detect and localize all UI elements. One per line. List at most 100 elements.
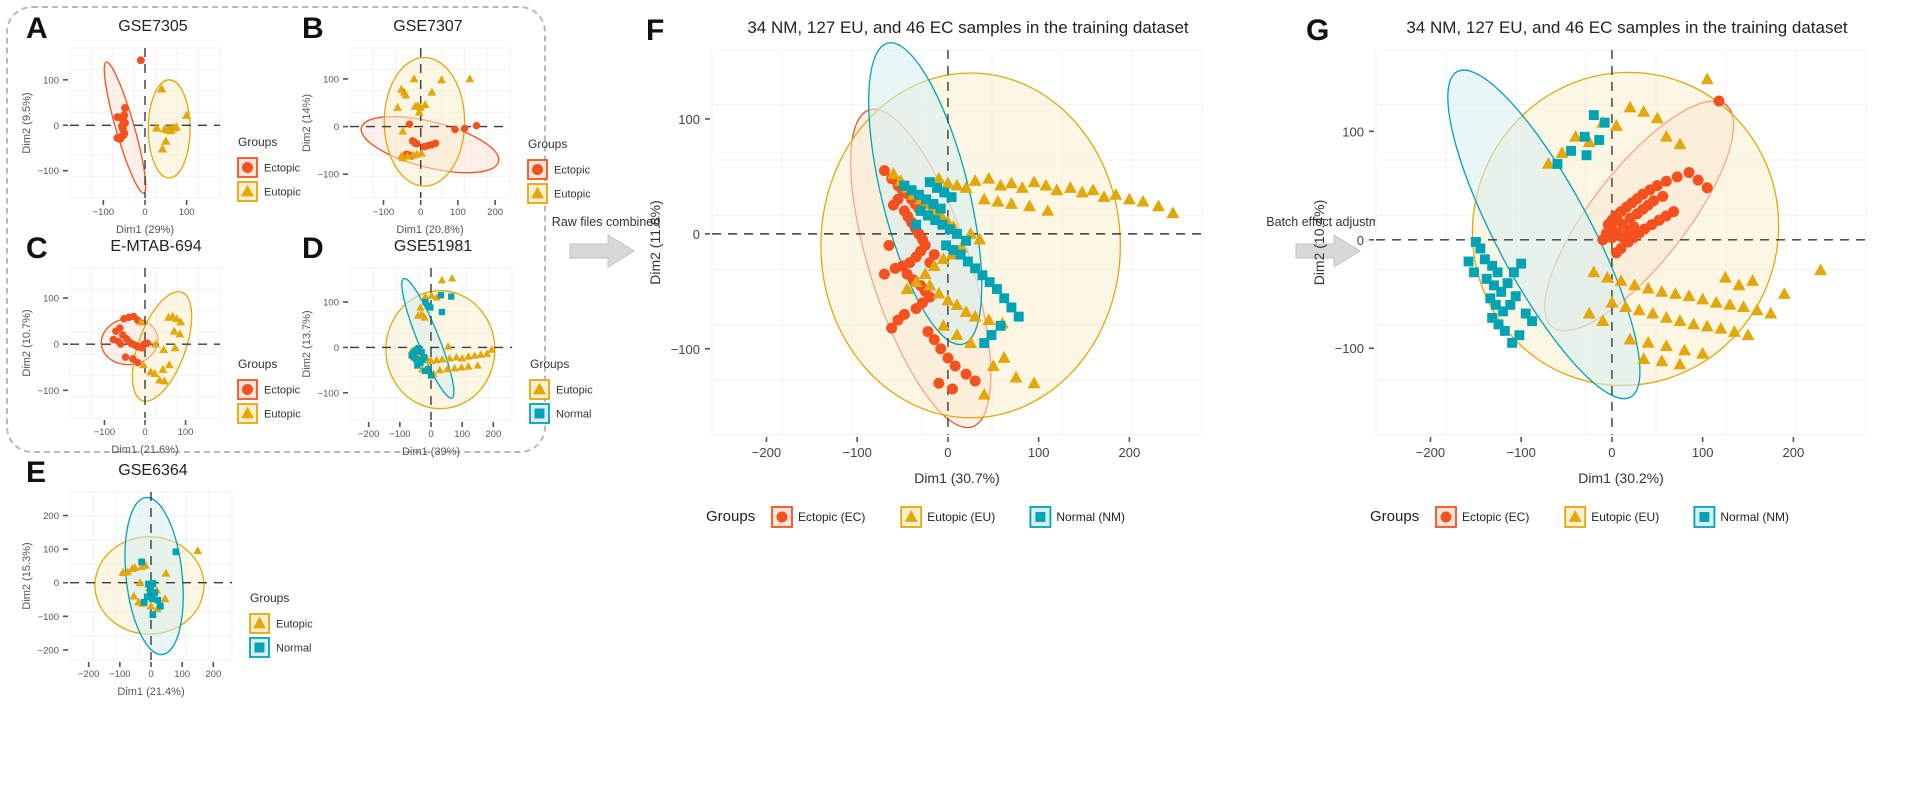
- legend-title: Groups: [706, 508, 755, 525]
- point-normalnm: [1588, 110, 1599, 121]
- y-axis-label: Dim2 (15.3%): [21, 542, 33, 609]
- panel-G-title: 34 NM, 127 EU, and 46 EC samples in the …: [1406, 18, 1848, 37]
- point-normal: [172, 548, 180, 556]
- point-normal: [421, 367, 428, 375]
- point-ectopicec: [946, 383, 958, 395]
- y-tick-label: 0: [54, 340, 59, 351]
- x-axis-label: Dim1 (21.4%): [117, 686, 184, 698]
- y-tick-label: 0: [1357, 233, 1364, 248]
- panel-D-title: GSE51981: [393, 238, 473, 255]
- legend-item-label[interactable]: Normal: [556, 409, 591, 421]
- y-tick-label: −100: [671, 342, 700, 357]
- x-tick-label: 200: [1119, 445, 1141, 460]
- y-tick-label: −100: [38, 612, 59, 623]
- legend-item-label[interactable]: Eutopic (EU): [927, 510, 995, 524]
- point-normalnm: [1502, 278, 1513, 289]
- legend-marker: [1699, 512, 1710, 522]
- legend-item-label[interactable]: Normal (NM): [1720, 510, 1789, 524]
- legend-item-label[interactable]: Eutopic (EU): [1591, 510, 1659, 524]
- y-tick-label: −100: [1335, 341, 1364, 356]
- point-normalnm: [1505, 299, 1516, 310]
- y-axis-label: Dim2 (10.7%): [21, 309, 33, 376]
- x-tick-label: −200: [358, 429, 379, 440]
- point-ectopic: [451, 125, 459, 134]
- point-normalnm: [1510, 291, 1521, 302]
- plot-area-A: −100 0 100−1000100Dim1 (29%)Dim2 (9.5%) Gro…: [21, 47, 301, 236]
- point-ectopicec: [1701, 182, 1713, 194]
- legend-title: Groups: [238, 135, 277, 149]
- point-normal: [414, 362, 421, 369]
- legend-item-label[interactable]: Ectopic: [554, 165, 591, 177]
- point-normalnm: [1470, 237, 1481, 247]
- point-ectopicec: [928, 249, 940, 261]
- point-normal: [138, 558, 146, 566]
- point-ectopicec: [887, 199, 899, 211]
- panel-A: A GSE7305 −100 0 100 −100 0 100 Dim1 (29%) Dim2…: [8, 8, 301, 237]
- x-tick-label: −200: [78, 669, 99, 680]
- y-tick-label: 200: [43, 511, 59, 522]
- point-normalnm: [1581, 150, 1592, 161]
- legend-marker-ectopic: [242, 384, 253, 395]
- point-normal: [448, 293, 455, 300]
- point-ectopic: [121, 104, 129, 112]
- plot-area-G: −200 −100 0 100 200 −100 0 100 Dim1 (30.2%) Dim2 …: [1311, 49, 1867, 528]
- point-ectopic: [133, 358, 142, 367]
- x-tick-label: 100: [174, 669, 190, 680]
- point-ectopic: [120, 111, 129, 120]
- legend-item-label[interactable]: Eutopic: [554, 189, 591, 201]
- legend-marker: [776, 511, 788, 523]
- y-tick-label: 0: [334, 122, 339, 133]
- legend-title: Groups: [238, 357, 277, 371]
- legend-item-label[interactable]: Ectopic (EC): [1462, 510, 1529, 524]
- y-tick-label: 0: [54, 578, 59, 589]
- point-normalnm: [1496, 286, 1507, 297]
- x-tick-label: 0: [418, 207, 423, 218]
- panel-E: E GSE6364 −200 −100 0 100 200 −200 −100 0 100 200…: [8, 452, 313, 702]
- point-normal: [156, 602, 164, 610]
- y-tick-label: −200: [38, 645, 59, 656]
- legend-item-label[interactable]: Eutopic: [276, 619, 313, 631]
- legend-item-label[interactable]: Ectopic (EC): [798, 510, 865, 524]
- legend-item-label[interactable]: Normal: [276, 643, 311, 655]
- x-tick-label: 0: [142, 427, 147, 438]
- legend-item-label[interactable]: Eutopic: [556, 385, 593, 397]
- x-axis-label: Dim1 (30.2%): [1578, 470, 1664, 486]
- point-ectopicec: [886, 322, 898, 334]
- x-tick-label: −200: [752, 445, 781, 460]
- y-tick-label: 100: [1342, 124, 1364, 139]
- y-tick-label: −100: [318, 388, 339, 399]
- y-tick-label: −100: [38, 386, 59, 397]
- point-ectopicec: [960, 368, 972, 380]
- x-tick-label: 0: [944, 445, 951, 460]
- x-tick-label: 200: [487, 207, 503, 218]
- plot-area-D: −200 −100 0 100 200 −100 0 100 Dim1 (39%) Dim2 (1…: [301, 267, 593, 458]
- point-ectopic: [112, 327, 120, 335]
- x-tick-label: −200: [1416, 445, 1445, 460]
- point-normalnm: [1516, 258, 1527, 269]
- legend-title: Groups: [250, 591, 289, 605]
- point-ectopicec: [1692, 174, 1704, 186]
- y-tick-label: 0: [54, 121, 59, 132]
- y-tick-label: 0: [693, 227, 700, 242]
- y-tick-label: −100: [318, 170, 339, 181]
- point-normalnm: [1508, 267, 1519, 278]
- point-normalnm: [1579, 131, 1590, 142]
- x-tick-label: 100: [1028, 445, 1050, 460]
- x-tick-label: 100: [178, 427, 194, 438]
- point-normalnm: [946, 192, 957, 203]
- legend-item-label[interactable]: Normal (NM): [1056, 510, 1125, 524]
- panel-F: F 34 NM, 127 EU, and 46 EC samples in th…: [640, 6, 1260, 528]
- point-ectopicec: [935, 343, 947, 355]
- x-tick-label: −100: [1507, 445, 1536, 460]
- arrow-1-icon: [569, 234, 635, 268]
- point-ectopicec: [1668, 206, 1680, 218]
- point-normal: [427, 372, 435, 379]
- point-normalnm: [1594, 135, 1605, 145]
- point-normalnm: [991, 284, 1002, 294]
- y-axis-label: Dim2 (14%): [301, 94, 313, 152]
- legend-marker-normal: [254, 642, 265, 653]
- legend-title: Groups: [530, 357, 569, 371]
- point-ectopic: [143, 339, 152, 347]
- point-normalnm: [1527, 316, 1538, 327]
- x-tick-label: −100: [389, 429, 410, 440]
